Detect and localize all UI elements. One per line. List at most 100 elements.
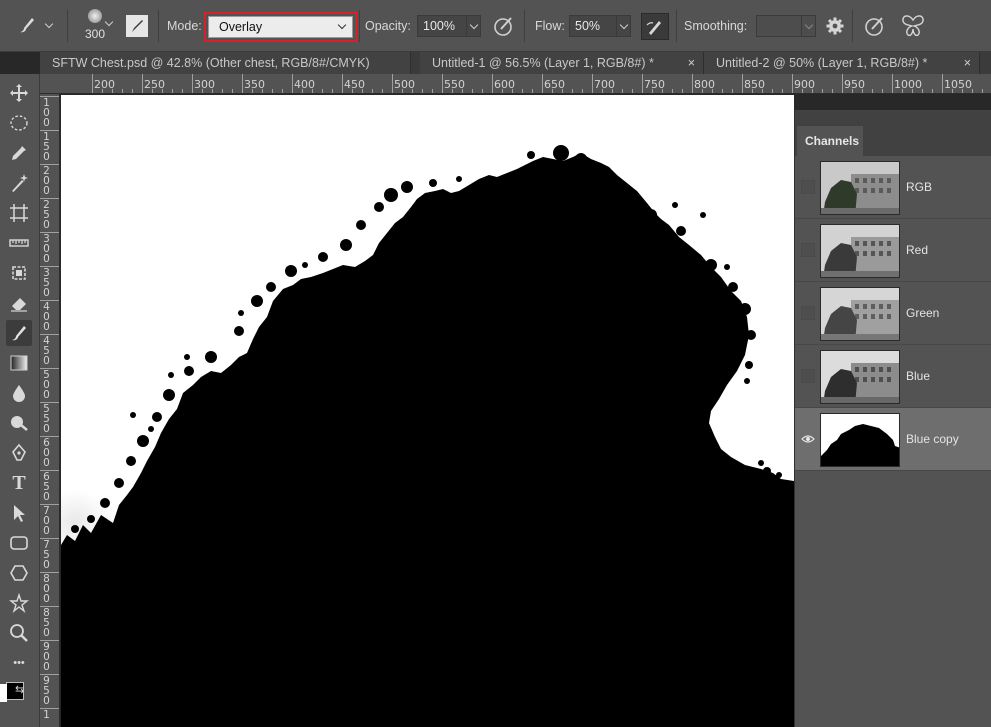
tool-magic-wand[interactable] — [6, 170, 32, 196]
channel-thumbnail — [820, 224, 900, 278]
tool-blur[interactable] — [6, 380, 32, 406]
tool-brush[interactable] — [6, 320, 32, 346]
ruler-minor-tick — [482, 89, 483, 93]
pressure-size-toggle[interactable] — [863, 14, 887, 38]
smoothing-input[interactable] — [756, 15, 802, 37]
pressure-opacity-toggle[interactable] — [492, 14, 516, 38]
ruler-label: 1 5 0 — [43, 131, 50, 163]
ruler-tick — [40, 334, 59, 335]
ruler-minor-tick — [112, 89, 113, 93]
tool-path-selection[interactable] — [6, 500, 32, 526]
ruler-tick — [40, 708, 59, 709]
tab-channels[interactable]: Channels — [797, 126, 863, 156]
ruler-minor-tick — [512, 89, 513, 93]
ruler-minor-tick — [302, 89, 303, 93]
visibility-toggle[interactable] — [801, 306, 815, 320]
ruler-minor-tick — [602, 89, 603, 93]
tool-dodge[interactable] — [6, 410, 32, 436]
tool-polygon[interactable] — [6, 560, 32, 586]
ruler-label: 1 — [43, 709, 50, 721]
close-icon[interactable]: × — [964, 52, 971, 74]
tool-zoom[interactable] — [6, 620, 32, 646]
visibility-toggle[interactable] — [801, 243, 815, 257]
doc-tab-untitled-2[interactable]: Untitled-2 @ 50% (Layer 1, RGB/8#) * × — [704, 52, 980, 74]
puppet-warp-icon — [9, 593, 29, 613]
close-icon[interactable]: × — [688, 52, 695, 74]
more-tools-icon[interactable]: ••• — [6, 650, 32, 676]
tool-rectangle[interactable] — [6, 530, 32, 556]
tool-elliptical-marquee[interactable] — [6, 110, 32, 136]
brush-size-dropdown[interactable] — [104, 17, 114, 27]
ruler-minor-tick — [812, 89, 813, 93]
eye-icon — [801, 435, 815, 443]
ruler-label: 9 0 0 — [43, 641, 50, 673]
flow-input[interactable]: 50% — [569, 15, 617, 37]
tool-ruler[interactable] — [6, 230, 32, 256]
ruler-tick — [642, 74, 643, 93]
visibility-toggle[interactable] — [801, 180, 815, 194]
ruler-minor-tick — [102, 89, 103, 93]
symmetry-button[interactable] — [900, 14, 926, 38]
tool-puppet-warp[interactable] — [6, 590, 32, 616]
ruler-tick — [40, 606, 59, 607]
visibility-toggle[interactable] — [801, 432, 815, 446]
ruler-minor-tick — [682, 89, 683, 93]
channel-row-red[interactable]: Red — [795, 219, 991, 282]
smoothing-dropdown[interactable] — [802, 15, 816, 37]
ruler-label: 1 0 0 — [43, 97, 50, 129]
tool-content-aware[interactable] — [6, 260, 32, 286]
doc-tab-sftw-chest[interactable]: SFTW Chest.psd @ 42.8% (Other chest, RGB… — [40, 52, 411, 74]
flow-dropdown[interactable] — [617, 15, 631, 37]
channel-row-rgb[interactable]: RGB — [795, 156, 991, 219]
ruler-tick — [242, 74, 243, 93]
tool-move[interactable] — [6, 80, 32, 106]
tool-gradient[interactable] — [6, 350, 32, 376]
type-icon[interactable]: T — [6, 470, 32, 496]
ruler-minor-tick — [162, 89, 163, 93]
opacity-input[interactable]: 100% — [417, 15, 467, 37]
brush-preset-picker[interactable]: 300 — [74, 9, 116, 45]
smoothing-options-button[interactable] — [825, 16, 845, 36]
pressure-opacity-icon — [494, 17, 512, 36]
ruler-minor-tick — [472, 89, 473, 93]
tool-eraser[interactable] — [6, 290, 32, 316]
ruler-minor-tick — [762, 89, 763, 93]
channel-row-blue[interactable]: Blue — [795, 345, 991, 408]
brush-panel-icon — [132, 20, 143, 32]
ruler-tick — [40, 470, 59, 471]
ruler-minor-tick — [752, 89, 753, 93]
tree-mask-thumbnail-icon — [821, 414, 899, 466]
ruler-minor-tick — [262, 89, 263, 93]
channel-name: Blue copy — [906, 432, 959, 446]
tool-eyedropper[interactable] — [6, 140, 32, 166]
chevron-down-icon — [804, 20, 813, 29]
options-bar: 300 Mode: Overlay Opacity: 100% Flow: 50… — [0, 0, 991, 52]
doc-tab-untitled-1[interactable]: Untitled-1 @ 56.5% (Layer 1, RGB/8#) * × — [420, 52, 704, 74]
document-canvas[interactable] — [61, 95, 794, 727]
channel-row-green[interactable]: Green — [795, 282, 991, 345]
tool-preset-picker[interactable] — [16, 14, 54, 36]
ruler-label: 7 5 0 — [43, 539, 50, 571]
opacity-dropdown[interactable] — [467, 15, 481, 37]
mode-select[interactable]: Overlay — [208, 16, 353, 38]
swap-colors-icon[interactable]: ⇆ — [15, 683, 24, 696]
ruler-tick — [40, 96, 59, 97]
tool-pen[interactable] — [6, 440, 32, 466]
building-thumbnail-icon — [821, 162, 899, 214]
brush-settings-toggle[interactable] — [126, 15, 148, 37]
ruler-minor-tick — [172, 89, 173, 93]
airbrush-toggle[interactable] — [641, 13, 669, 40]
chevron-down-icon — [337, 20, 347, 30]
ruler-label: 8 0 0 — [43, 573, 50, 605]
ruler-minor-tick — [952, 89, 953, 93]
channel-name: Red — [906, 243, 929, 257]
foreground-color-swatch[interactable] — [0, 684, 7, 702]
visibility-toggle[interactable] — [801, 369, 815, 383]
ruler-label: 2 5 0 — [43, 199, 50, 231]
pressure-size-icon — [865, 17, 883, 36]
tool-frame[interactable] — [6, 200, 32, 226]
gear-icon — [826, 17, 844, 35]
channel-row-blue-copy[interactable]: Blue copy — [795, 408, 991, 471]
ruler-minor-tick — [802, 89, 803, 93]
ruler-minor-tick — [912, 89, 913, 93]
